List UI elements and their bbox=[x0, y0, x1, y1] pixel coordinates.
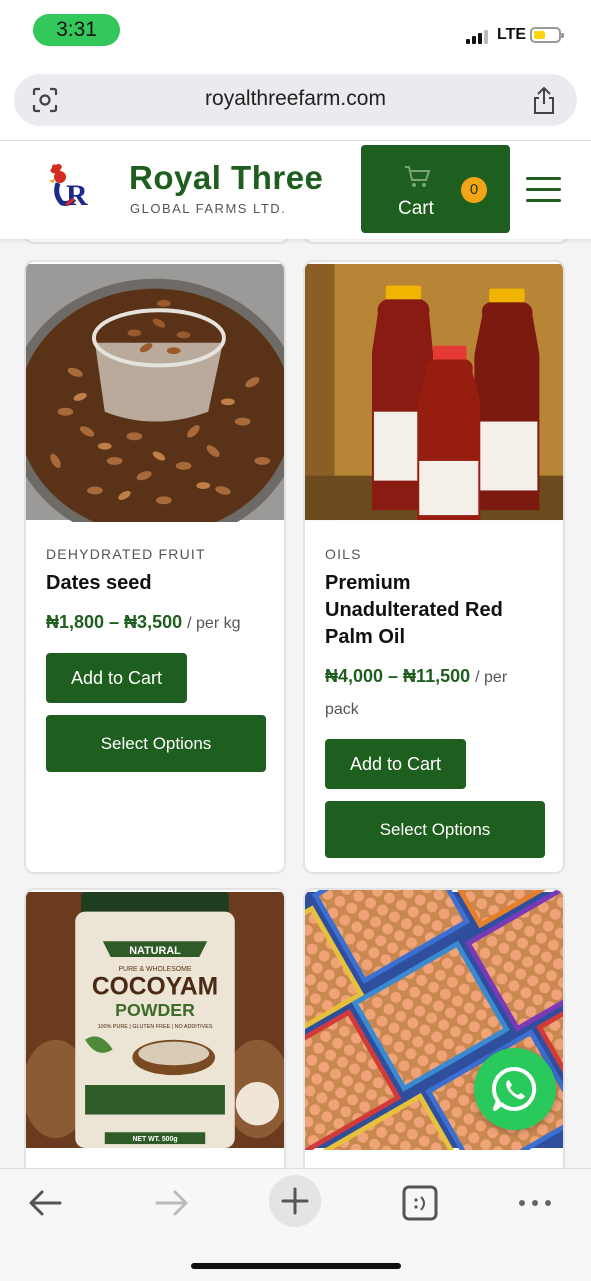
cart-icon bbox=[405, 166, 431, 187]
product-grid: DEHYDRATED FRUIT Dates seed ₦1,800 – ₦3,… bbox=[0, 238, 591, 1168]
product-category: DEHYDRATED FRUIT bbox=[46, 546, 206, 562]
product-price: ₦4,000 – ₦11,500 / per pack bbox=[325, 661, 543, 725]
share-icon[interactable] bbox=[531, 85, 557, 115]
brand-name[interactable]: Royal Three bbox=[129, 159, 323, 197]
product-image[interactable] bbox=[305, 262, 563, 522]
image-badge: NATURAL bbox=[129, 945, 181, 957]
image-tagline: PURE & WHOLESOME bbox=[119, 966, 192, 973]
browser-toolbar bbox=[0, 1168, 591, 1281]
url-text[interactable]: royalthreefarm.com bbox=[14, 87, 577, 111]
price-unit: / per kg bbox=[187, 615, 241, 632]
home-indicator bbox=[191, 1263, 401, 1269]
cart-button[interactable]: Cart 0 bbox=[361, 145, 510, 233]
product-name[interactable]: Premium Unadulterated Red Palm Oil bbox=[325, 570, 543, 651]
image-title-2: POWDER bbox=[115, 1000, 195, 1020]
cart-label: Cart bbox=[398, 198, 434, 219]
new-tab-icon bbox=[281, 1187, 309, 1215]
product-name[interactable]: Dates seed bbox=[46, 570, 264, 597]
image-title-1: COCOYAM bbox=[92, 973, 218, 1000]
select-options-button[interactable]: Select Options bbox=[325, 801, 545, 858]
browser-address-area: royalthreefarm.com bbox=[0, 62, 591, 140]
address-bar[interactable]: royalthreefarm.com bbox=[14, 74, 577, 126]
network-label: LTE bbox=[497, 26, 527, 43]
svg-text:R: R bbox=[66, 179, 88, 212]
product-category: OILS bbox=[325, 546, 362, 562]
select-options-button[interactable]: Select Options bbox=[46, 715, 266, 772]
image-net-weight: NET WT. 500g bbox=[132, 1136, 177, 1143]
more-icon[interactable] bbox=[515, 1183, 555, 1223]
product-image[interactable] bbox=[26, 262, 284, 522]
new-tab-button[interactable] bbox=[269, 1175, 321, 1227]
image-claims: 100% PURE | GLUTEN FREE | NO ADDITIVES bbox=[98, 1024, 213, 1030]
add-to-cart-button[interactable]: Add to Cart bbox=[46, 653, 187, 703]
forward-icon[interactable] bbox=[151, 1183, 191, 1223]
logo-icon[interactable]: R bbox=[44, 159, 102, 217]
battery-icon bbox=[530, 27, 564, 43]
status-time: 3:31 bbox=[33, 14, 120, 46]
price-range: ₦4,000 – ₦11,500 bbox=[325, 666, 471, 686]
brand-tagline: GLOBAL FARMS LTD. bbox=[130, 201, 287, 216]
back-icon[interactable] bbox=[26, 1183, 66, 1223]
whatsapp-button[interactable] bbox=[474, 1048, 556, 1130]
whatsapp-icon bbox=[492, 1066, 537, 1111]
tabs-icon[interactable] bbox=[400, 1183, 440, 1223]
product-card: DEHYDRATED FRUIT Dates seed ₦1,800 – ₦3,… bbox=[24, 260, 286, 874]
status-bar: 3:31 LTE bbox=[0, 0, 591, 62]
product-card: OILS Premium Unadulterated Red Palm Oil … bbox=[303, 260, 565, 874]
site-header: R Royal Three GLOBAL FARMS LTD. Cart 0 bbox=[0, 140, 591, 239]
price-range: ₦1,800 – ₦3,500 bbox=[46, 612, 183, 632]
add-to-cart-button[interactable]: Add to Cart bbox=[325, 739, 466, 789]
product-price: ₦1,800 – ₦3,500 / per kg bbox=[46, 607, 264, 639]
product-card: NATURAL PURE & WHOLESOME COCOYAM POWDER … bbox=[24, 888, 286, 1168]
signal-icon bbox=[466, 30, 490, 44]
hamburger-menu-icon[interactable] bbox=[526, 175, 564, 203]
cart-count-badge: 0 bbox=[461, 177, 487, 203]
product-image[interactable]: NATURAL PURE & WHOLESOME COCOYAM POWDER … bbox=[26, 890, 284, 1150]
